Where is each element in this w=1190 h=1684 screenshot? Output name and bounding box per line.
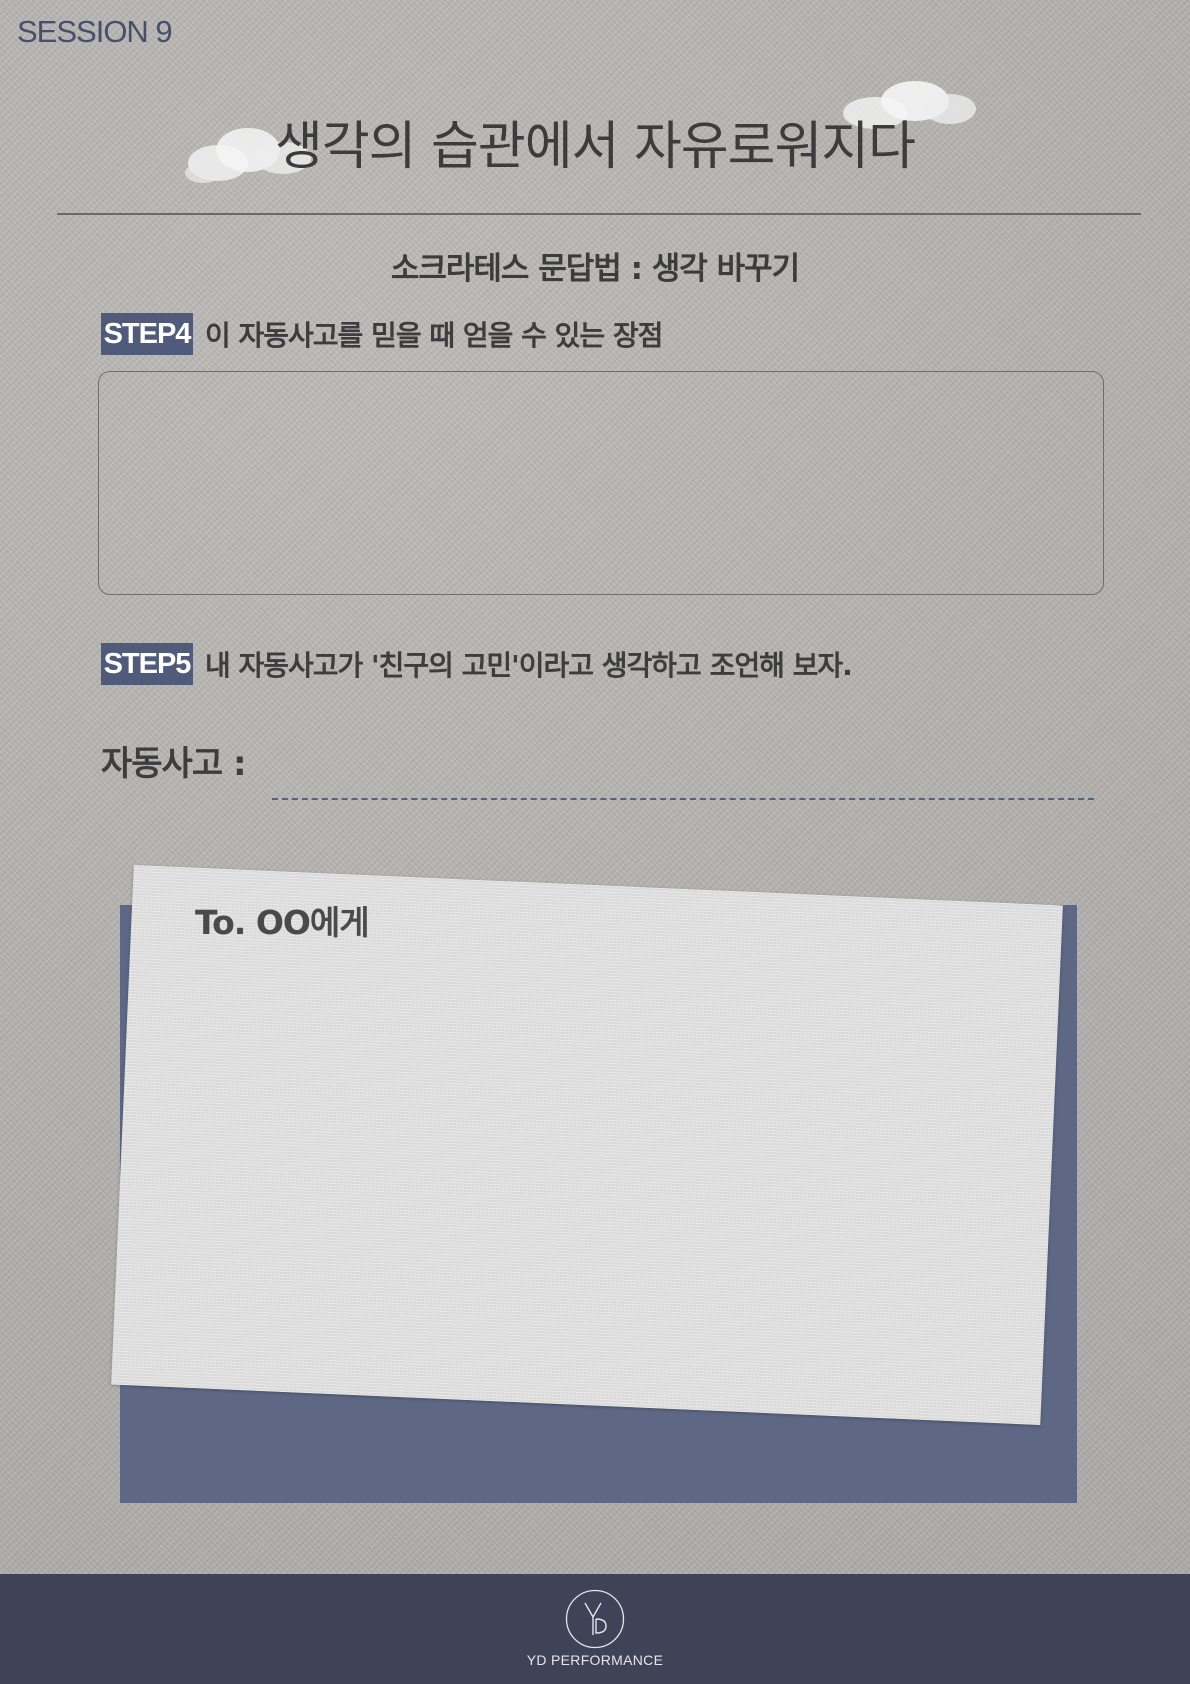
step5-heading: STEP5 내 자동사고가 '친구의 고민'이라고 생각하고 조언해 보자. — [101, 643, 853, 685]
step4-answer-box[interactable] — [98, 371, 1104, 595]
session-label: SESSION 9 — [17, 14, 173, 49]
step5-question: 내 자동사고가 '친구의 고민'이라고 생각하고 조언해 보자. — [205, 649, 853, 682]
auto-thought-input-line[interactable] — [272, 798, 1094, 800]
page-title: 생각의 습관에서 자유로워지다 — [275, 117, 916, 177]
step4-badge: STEP4 — [101, 313, 193, 355]
yd-monogram-icon — [565, 1589, 625, 1649]
step4-question: 이 자동사고를 믿을 때 얻을 수 있는 장점 — [205, 319, 663, 352]
page-subtitle: 소크라테스 문답법 : 생각 바꾸기 — [390, 251, 800, 287]
step4-heading: STEP4 이 자동사고를 믿을 때 얻을 수 있는 장점 — [101, 313, 663, 355]
letter-paper[interactable] — [111, 864, 1063, 1426]
title-divider — [57, 213, 1141, 215]
brand-name: YD PERFORMANCE — [526, 1652, 664, 1668]
auto-thought-label: 자동사고 : — [101, 744, 247, 784]
step5-badge: STEP5 — [101, 643, 193, 685]
letter-recipient: To. OO에게 — [195, 903, 370, 942]
